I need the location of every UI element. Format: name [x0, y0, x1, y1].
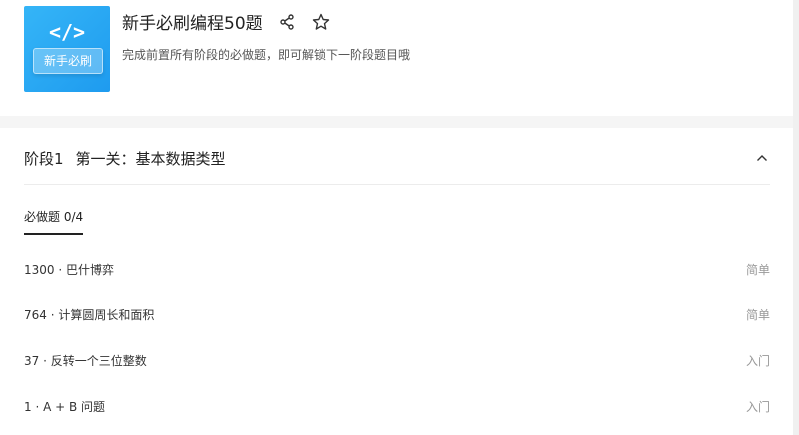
problem-name: 1 · A + B 问题	[24, 399, 106, 414]
course-subtitle: 完成前置所有阶段的必做题，即可解锁下一阶段题目哦	[122, 48, 411, 62]
problem-difficulty: 简单	[745, 307, 770, 322]
divider	[24, 184, 770, 185]
title-row: 新手必刷编程50题	[122, 9, 331, 34]
problem-difficulty: 入门	[745, 399, 770, 414]
stage-title: 第一关：基本数据类型	[75, 150, 226, 168]
chevron-up-icon[interactable]	[754, 150, 770, 166]
problem-name: 1300 · 巴什博弈	[24, 262, 114, 277]
problem-row[interactable]: 1 · A + B 问题 入门	[24, 396, 770, 416]
share-icon[interactable]	[277, 12, 297, 32]
stage-section: 阶段1 第一关：基本数据类型 必做题 0/4 1300 · 巴什博弈 简单 76…	[0, 128, 793, 435]
scrollbar[interactable]	[793, 0, 799, 435]
stage-label: 阶段1	[24, 150, 64, 168]
stage-header[interactable]: 阶段1 第一关：基本数据类型	[24, 148, 770, 169]
problem-name: 37 · 反转一个三位整数	[24, 353, 147, 368]
problem-difficulty: 简单	[745, 262, 770, 277]
tab-required[interactable]: 必做题 0/4	[24, 208, 84, 235]
problem-row[interactable]: 764 · 计算圆周长和面积 简单	[24, 304, 770, 324]
course-title: 新手必刷编程50题	[122, 14, 263, 34]
problem-row[interactable]: 1300 · 巴什博弈 简单	[24, 259, 770, 279]
problem-name: 764 · 计算圆周长和面积	[24, 307, 155, 322]
star-icon[interactable]	[311, 12, 331, 32]
course-header: </> 新手必刷 新手必刷编程50题 完成前置所有阶段的必做题，即可解锁下一阶段…	[0, 0, 793, 116]
problem-row[interactable]: 37 · 反转一个三位整数 入门	[24, 350, 770, 370]
code-icon: </>	[48, 20, 86, 44]
problem-difficulty: 入门	[745, 353, 770, 368]
course-cover-image: </> 新手必刷	[24, 6, 110, 92]
cover-label: 新手必刷	[33, 48, 103, 74]
